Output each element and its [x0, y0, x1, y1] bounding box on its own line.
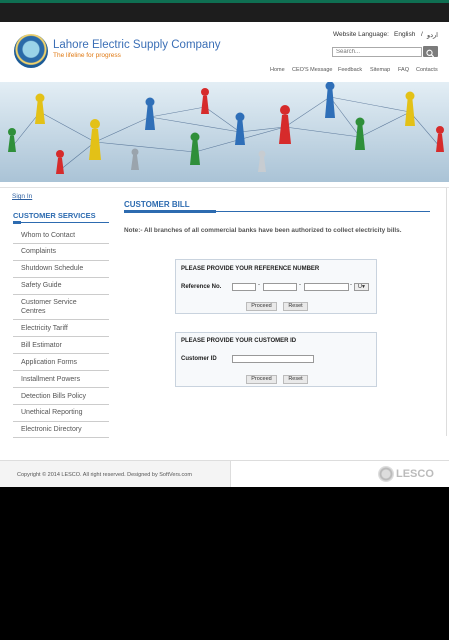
reference-part3-input[interactable]: [304, 283, 349, 291]
sidebar-item-safety-guide[interactable]: Safety Guide: [13, 278, 109, 295]
sidebar-item-label: Shutdown Schedule: [21, 265, 84, 272]
sidebar-heading-accent: [13, 221, 21, 224]
top-bar: [0, 0, 449, 22]
language-label: Website Language:: [333, 31, 389, 38]
sidebar-item-installment-powers[interactable]: Installment Powers: [13, 371, 109, 388]
sidebar-item-electronic-directory[interactable]: Electronic Directory: [13, 422, 109, 438]
lesco-emblem-icon[interactable]: [14, 34, 48, 68]
reference-proceed-button[interactable]: Proceed: [246, 302, 277, 311]
customer-reset-button[interactable]: Reset: [283, 375, 308, 384]
language-english-link[interactable]: English: [394, 31, 415, 38]
nav-home[interactable]: Home: [270, 67, 285, 73]
sidebar-item-label: Application Forms: [21, 359, 78, 366]
reference-form-title: PLEASE PROVIDE YOUR REFERENCE NUMBER: [181, 266, 320, 272]
sign-in-link[interactable]: Sign In: [12, 193, 32, 200]
top-accent-stripe: [0, 0, 449, 3]
reference-dash-1: -: [258, 282, 260, 288]
language-urdu-link[interactable]: اردو: [427, 31, 438, 39]
sidebar-item-application-forms[interactable]: Application Forms: [13, 354, 109, 371]
language-separator: /: [421, 31, 423, 38]
customer-id-label: Customer ID: [181, 356, 217, 362]
reference-dash-3: -: [350, 282, 352, 288]
nav-faq[interactable]: FAQ: [398, 67, 409, 73]
page-title: CUSTOMER BILL: [124, 200, 190, 209]
sidebar-item-detection-bills-policy[interactable]: Detection Bills Policy: [13, 388, 109, 405]
sidebar-heading: CUSTOMER SERVICES: [13, 211, 96, 220]
reference-dash-2: -: [299, 282, 301, 288]
banner-network-illustration: [0, 82, 449, 182]
nav-feedback[interactable]: Feedback: [338, 67, 362, 73]
sidebar-item-bill-estimator[interactable]: Bill Estimator: [13, 337, 109, 354]
reference-reset-button[interactable]: Reset: [283, 302, 308, 311]
sidebar-item-customer-service-centres[interactable]: Customer Service Centres: [13, 295, 109, 320]
nav-ceo-message[interactable]: CEO'S Message: [292, 67, 332, 73]
sidebar-item-label: Safety Guide: [21, 282, 62, 289]
sidebar-item-label: Electronic Directory: [21, 426, 82, 433]
reference-part2-input[interactable]: [263, 283, 297, 291]
search-icon: [426, 49, 435, 58]
search-button[interactable]: [423, 46, 438, 58]
copyright-text: Copyright © 2014 LESCO. All right reserv…: [17, 472, 192, 478]
sidebar-item-electricity-tariff[interactable]: Electricity Tariff: [13, 320, 109, 337]
brand-tagline: The lifeline for progress: [53, 52, 121, 59]
customer-proceed-button[interactable]: Proceed: [246, 375, 277, 384]
nav-contacts[interactable]: Contacts: [416, 67, 438, 73]
sidebar-item-unethical-reporting[interactable]: Unethical Reporting: [13, 405, 109, 422]
bank-note: Note:- All branches of all commercial ba…: [124, 227, 402, 234]
reference-type-select[interactable]: U ▼: [354, 283, 369, 291]
search-input[interactable]: [332, 47, 422, 57]
sidebar-item-label: Customer Service Centres: [21, 299, 77, 315]
right-edge-rule: [446, 188, 447, 436]
page-title-accent: [124, 210, 216, 213]
sidebar-item-complaints[interactable]: Complaints: [13, 244, 109, 261]
sidebar-item-whom-to-contact[interactable]: Whom to Contact: [13, 227, 109, 244]
sidebar-item-shutdown-schedule[interactable]: Shutdown Schedule: [13, 261, 109, 278]
sidebar-item-label: Complaints: [21, 248, 57, 255]
sidebar-item-label: Unethical Reporting: [21, 409, 83, 416]
lesco-footer-logo-icon: [378, 466, 394, 482]
sidebar-item-label: Installment Powers: [21, 376, 81, 383]
content-divider: [0, 187, 449, 188]
sidebar-item-label: Whom to Contact: [21, 232, 76, 239]
customer-id-form: PLEASE PROVIDE YOUR CUSTOMER ID Customer…: [175, 332, 377, 387]
footer-logo-text: LESCO: [396, 468, 434, 480]
sidebar-item-label: Electricity Tariff: [21, 325, 68, 332]
chevron-down-icon: ▼: [361, 284, 366, 290]
brand-name[interactable]: Lahore Electric Supply Company: [53, 39, 220, 51]
sidebar-item-label: Bill Estimator: [21, 342, 62, 349]
hero-banner: [0, 82, 449, 182]
reference-part1-input[interactable]: [232, 283, 256, 291]
sidebar-heading-rule: [13, 222, 109, 223]
sidebar-item-label: Detection Bills Policy: [21, 393, 86, 400]
customer-id-input[interactable]: [232, 355, 314, 363]
customer-form-title: PLEASE PROVIDE YOUR CUSTOMER ID: [181, 338, 297, 344]
reference-no-label: Reference No.: [181, 284, 222, 290]
reference-number-form: PLEASE PROVIDE YOUR REFERENCE NUMBER Ref…: [175, 259, 377, 314]
nav-sitemap[interactable]: Sitemap: [370, 67, 390, 73]
